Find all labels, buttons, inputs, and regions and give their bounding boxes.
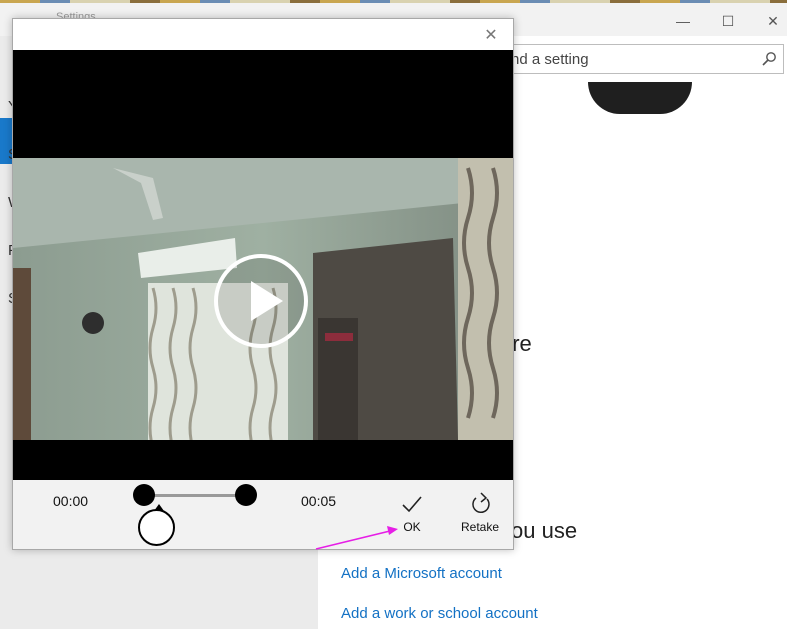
minimize-button[interactable]: —: [660, 6, 706, 36]
avatar: [588, 82, 692, 114]
retake-icon: [472, 492, 490, 514]
trim-end-handle[interactable]: [235, 484, 257, 506]
video-preview: [13, 50, 513, 480]
video-capture-dialog: ✕ 00:00 00:05 OK Retake: [12, 18, 514, 550]
checkmark-icon: [402, 496, 422, 513]
search-icon[interactable]: [761, 51, 777, 67]
add-work-account-link[interactable]: Add a work or school account: [341, 605, 538, 622]
trim-track[interactable]: [144, 494, 246, 497]
retake-label: Retake: [460, 520, 500, 534]
playhead-handle[interactable]: [138, 509, 175, 546]
video-controls: 00:00 00:05 OK Retake: [13, 480, 513, 549]
search-placeholder: nd a setting: [511, 51, 589, 68]
start-time-label: 00:00: [53, 493, 89, 509]
end-time-label: 00:05: [301, 493, 337, 509]
retake-button[interactable]: Retake: [455, 490, 505, 538]
search-input[interactable]: nd a setting: [500, 44, 784, 74]
maximize-button[interactable]: ☐: [705, 6, 751, 36]
add-microsoft-account-link[interactable]: Add a Microsoft account: [341, 565, 502, 582]
trim-start-handle[interactable]: [133, 484, 155, 506]
close-window-button[interactable]: ✕: [750, 6, 787, 36]
close-icon[interactable]: ✕: [479, 23, 503, 47]
annotation-arrow-icon: [315, 526, 398, 550]
play-icon[interactable]: [213, 253, 309, 349]
